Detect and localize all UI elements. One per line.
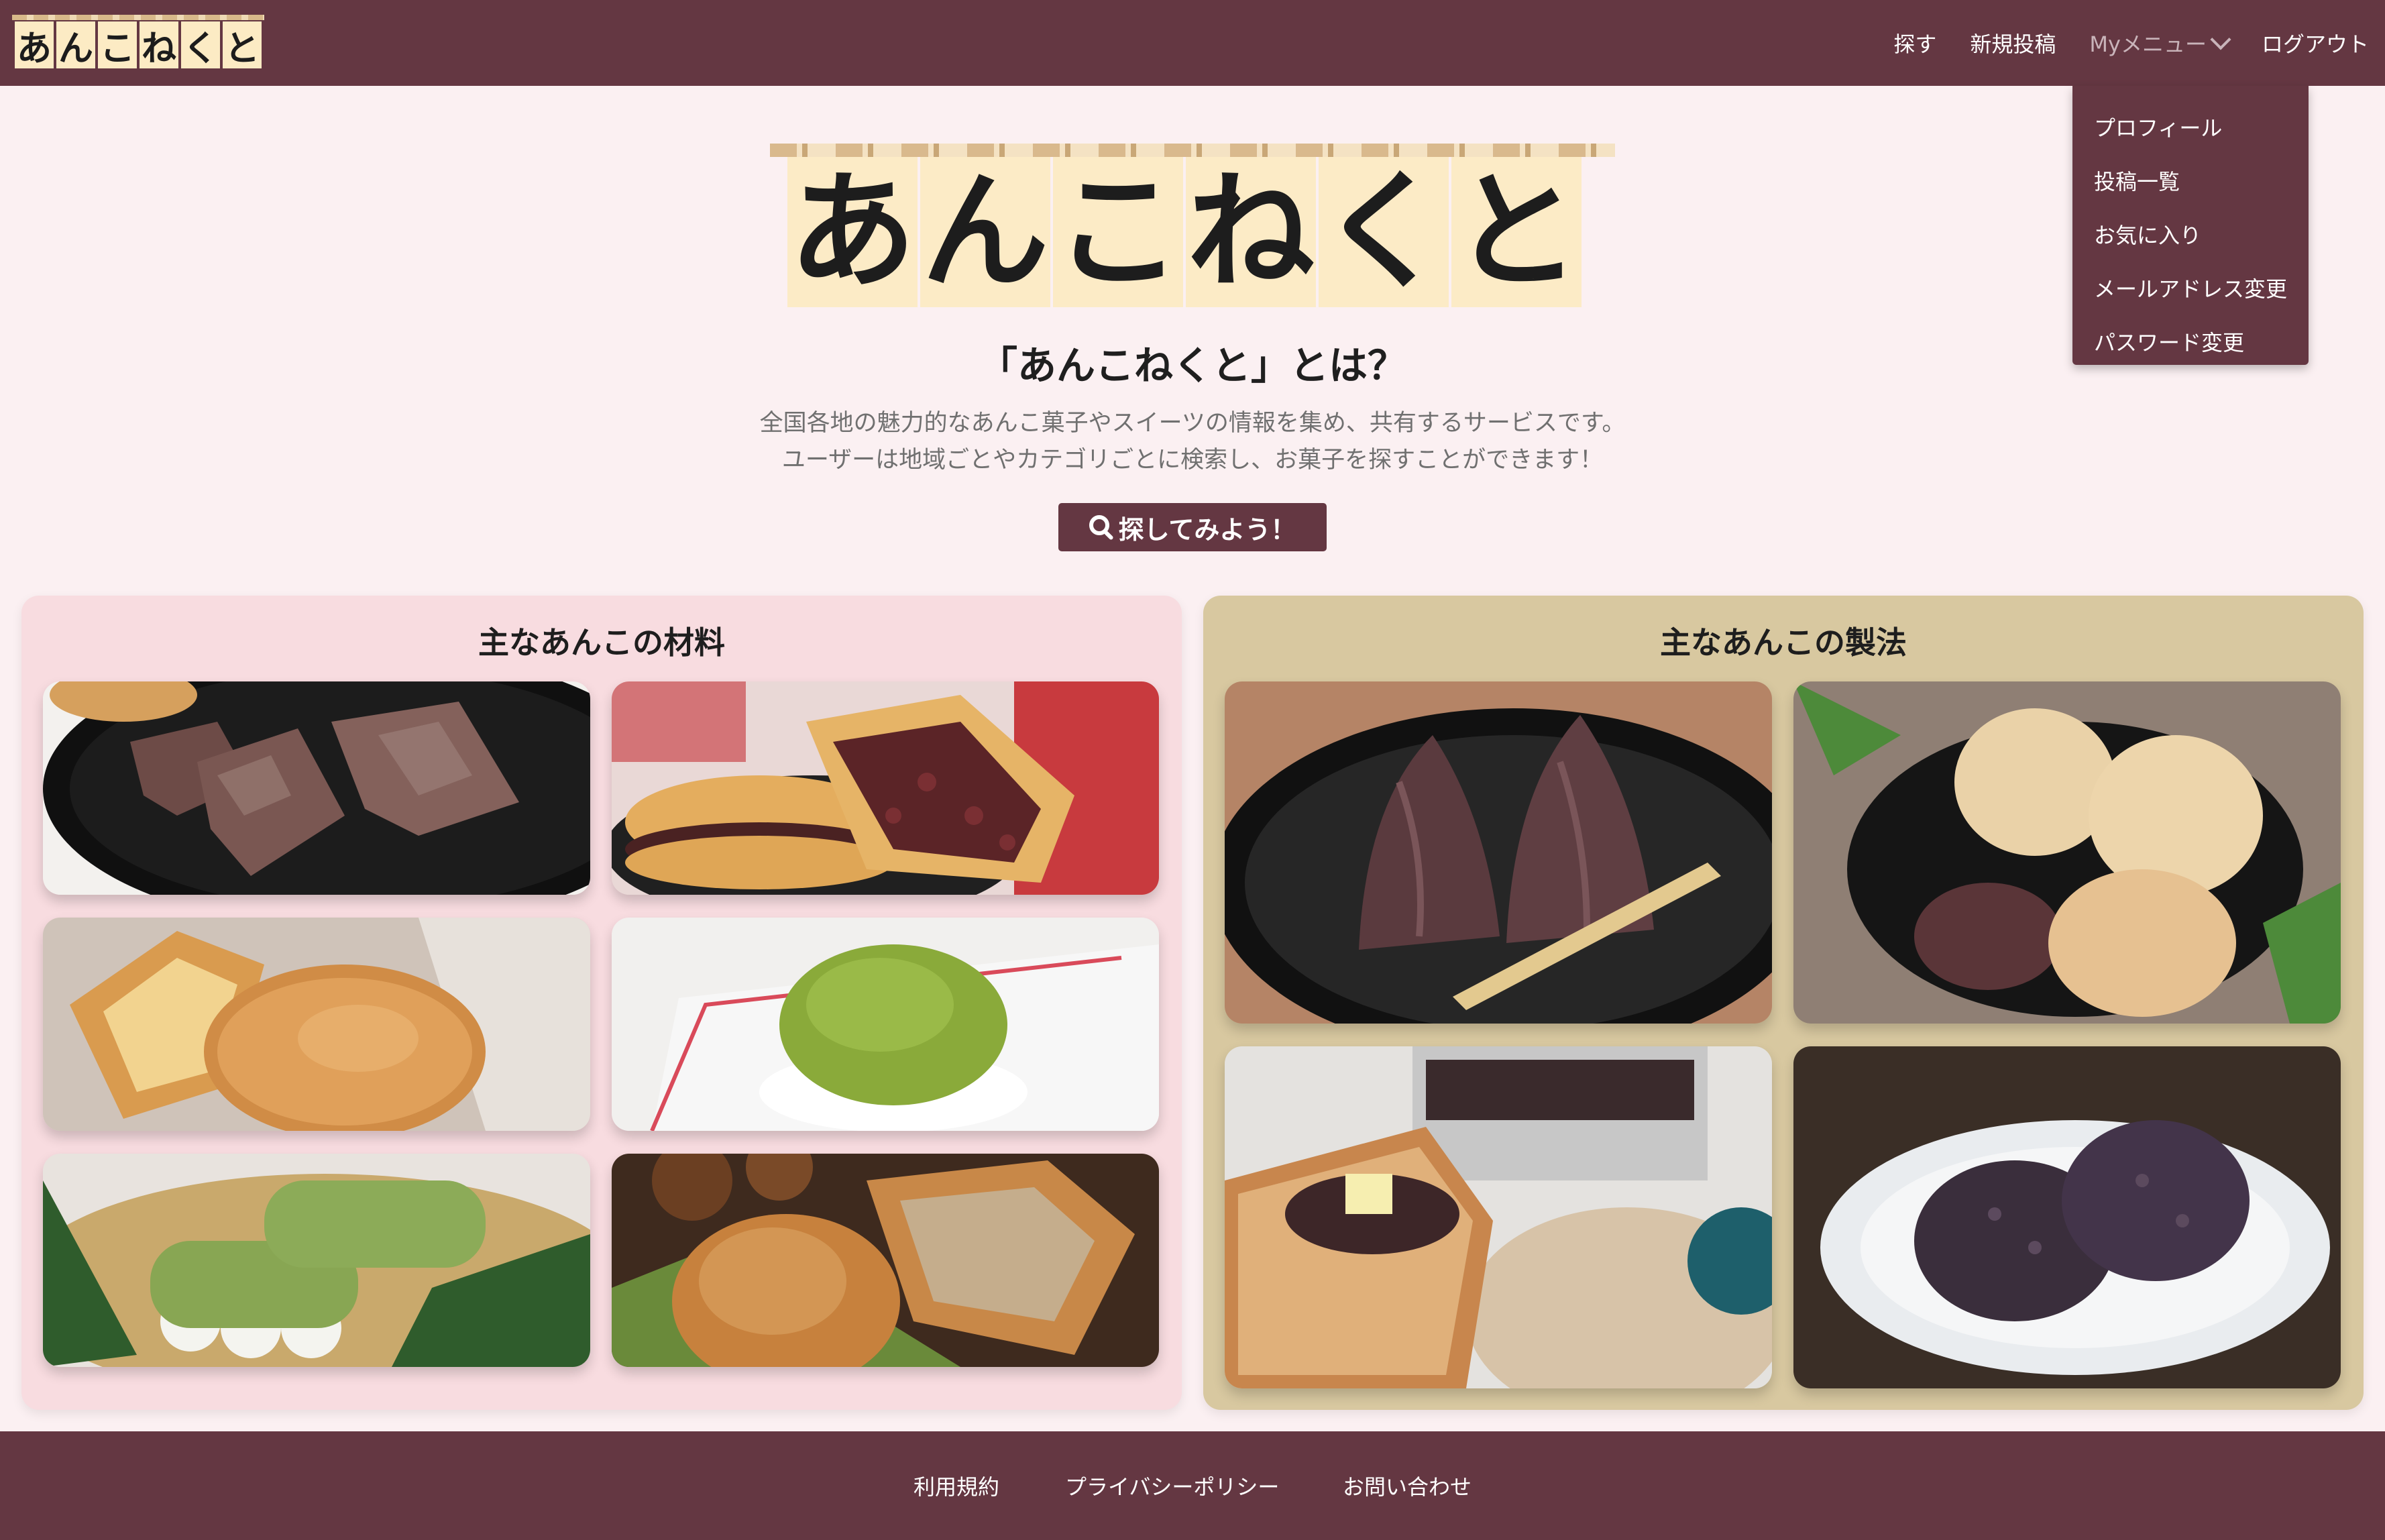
nav-links: 探す 新規投稿 Myメニュー ログアウト [1893, 0, 2369, 86]
footer-privacy-link[interactable]: プライバシーポリシー [1065, 1470, 1279, 1501]
nav-my-menu-label: Myメニュー [2089, 32, 2207, 57]
material-photo-imagawayaki[interactable] [43, 918, 590, 1131]
about-title: 「あんこねくと」とは？ [978, 343, 1406, 388]
footer-contact-link[interactable]: お問い合わせ [1343, 1470, 1472, 1501]
nav-logout-link[interactable]: ログアウト [2262, 28, 2369, 58]
logo-char: と [223, 21, 262, 69]
dropdown-item-profile[interactable]: プロフィール [2094, 111, 2222, 142]
about-description: 全国各地の魅力的なあんこ菓子やスイーツの情報を集め、共有するサービスです。 ユー… [0, 405, 2385, 479]
dropdown-item-posts[interactable]: 投稿一覧 [2094, 165, 2180, 196]
hero-char: こ [1053, 157, 1183, 307]
my-menu-dropdown: プロフィール 投稿一覧 お気に入り メールアドレス変更 パスワード変更 [2072, 86, 2309, 365]
search-icon [1089, 515, 1109, 535]
about-description-line: 全国各地の魅力的なあんこ菓子やスイーツの情報を集め、共有するサービスです。 [759, 410, 1626, 437]
nav-my-menu-toggle[interactable]: Myメニュー [2089, 28, 2231, 58]
methods-title: 主なあんこの製法 [1660, 624, 1907, 661]
material-photo-dorayaki[interactable] [612, 681, 1159, 895]
hero-char: と [1451, 157, 1582, 307]
hero-char: ん [920, 157, 1050, 307]
about-description-line: ユーザーは地域ごとやカテゴリごとに検索し、お菓子を探すことができます！ [781, 447, 1604, 474]
material-photo-kuri-manju[interactable] [612, 1154, 1159, 1367]
dropdown-item-favorites[interactable]: お気に入り [2094, 219, 2201, 250]
hero-char: ね [1186, 157, 1316, 307]
nav-search-link[interactable]: 探す [1893, 28, 1936, 58]
navbar: あ ん こ ね く と 探す 新規投稿 Myメニュー ログアウト [0, 0, 2385, 86]
logo-char: く [181, 21, 220, 69]
logo-noren-bar [12, 15, 264, 20]
materials-panel: 主なあんこの材料 [21, 596, 1182, 1410]
methods-panel: 主なあんこの製法 [1203, 596, 2364, 1410]
material-photo-youkan[interactable] [43, 681, 590, 895]
footer: 利用規約 プライバシーポリシー お問い合わせ [0, 1431, 2385, 1540]
logo-char: ん [56, 21, 95, 69]
dropdown-item-email-change[interactable]: メールアドレス変更 [2094, 272, 2287, 303]
method-photo-nerikiri[interactable] [1225, 681, 1772, 1024]
material-photo-matcha-manju[interactable] [612, 918, 1159, 1131]
method-photo-ohagi[interactable] [1793, 1046, 2341, 1388]
hero-logo: あ ん こ ね く と [770, 144, 1615, 307]
materials-title: 主なあんこの材料 [478, 624, 725, 661]
logo-char: ね [140, 21, 178, 69]
hero-noren-bar [770, 144, 1615, 157]
search-cta-label: 探してみよう！ [1118, 514, 1296, 545]
search-cta-button[interactable]: 探してみよう！ [1058, 503, 1327, 551]
logo-char: あ [15, 21, 54, 69]
hero-char: く [1319, 157, 1449, 307]
footer-terms-link[interactable]: 利用規約 [913, 1470, 999, 1501]
method-photo-anko-toast[interactable] [1225, 1046, 1772, 1388]
logo-char: こ [98, 21, 137, 69]
nav-new-post-link[interactable]: 新規投稿 [1970, 28, 2056, 58]
method-photo-monaka[interactable] [1793, 681, 2341, 1024]
hero-char: あ [787, 157, 918, 307]
chevron-down-icon [2210, 29, 2231, 50]
site-logo[interactable]: あ ん こ ね く と [12, 15, 264, 70]
material-photo-zunda-dango[interactable] [43, 1154, 590, 1367]
